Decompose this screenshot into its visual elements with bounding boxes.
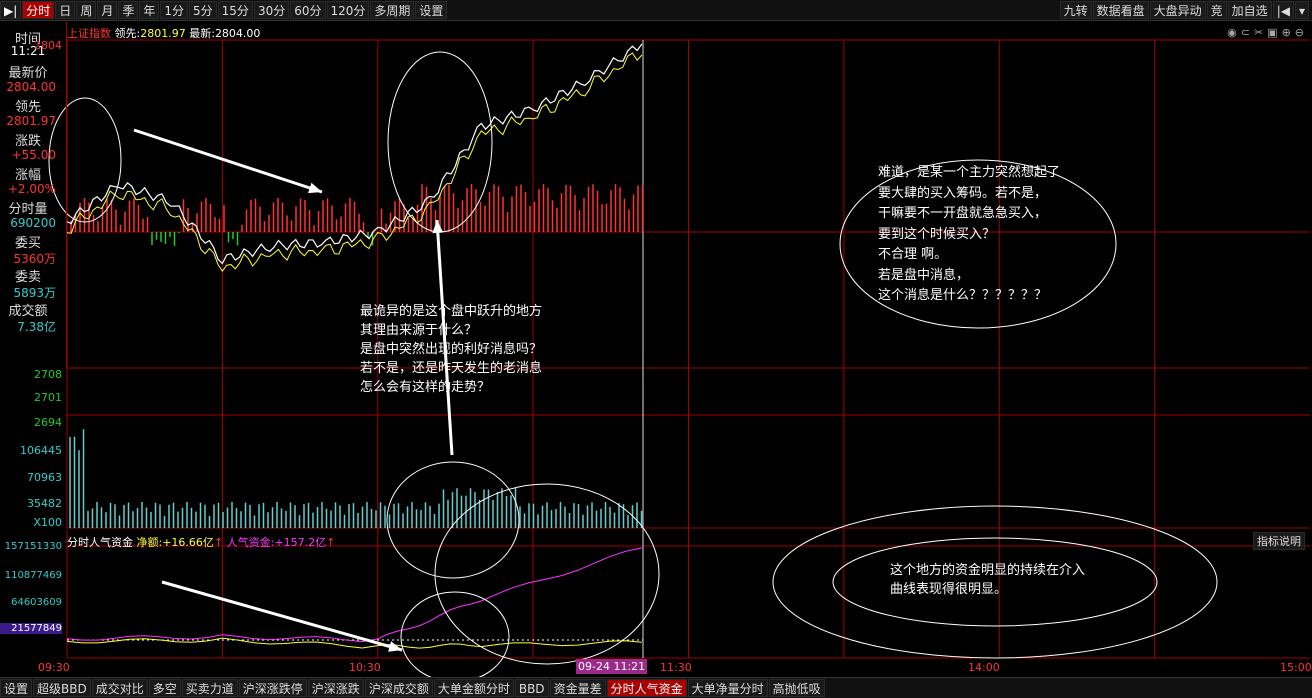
bottom-tab-6[interactable]: 沪深涨跌 — [307, 679, 364, 697]
time-axis-0930: 09:30 — [38, 661, 70, 674]
latest-value: 2804.00 — [214, 27, 261, 40]
cut-icon[interactable]: ✂ — [1254, 26, 1263, 39]
bid-label: 委买 — [14, 236, 41, 251]
vol-label: 分时量 — [8, 202, 48, 217]
net-label: 净额: — [136, 536, 163, 549]
annotation-arrow-head — [432, 220, 444, 234]
time-axis-1400: 14:00 — [968, 661, 1000, 674]
indicator-header: 分时人气资金 净额:+16.66亿↑ 人气资金:+157.2亿↑ — [67, 536, 336, 549]
ask-label: 委卖 — [14, 270, 41, 285]
net-line — [66, 637, 642, 649]
note-middle: 最诡异的是这个盘中跃升的地方 其理由来源于什么？ 是盘中突然出现的利好消息吗？ 若不是… — [360, 304, 543, 395]
pop-value: +157.2亿 — [274, 536, 327, 549]
change-label: 涨跌 — [14, 134, 41, 149]
volume-axis-4: X100 — [33, 516, 62, 529]
bottom-tab-10[interactable]: 资金量差 — [549, 679, 606, 697]
lock-icon[interactable]: ▣ — [1267, 26, 1277, 39]
indicator-axis-2: 110877469 — [4, 570, 62, 581]
price-axis-3: 2701 — [34, 391, 62, 404]
price-label: 最新价 — [8, 66, 48, 81]
annotation-arrow-head — [308, 182, 322, 194]
bottom-tab-7[interactable]: 沪深成交额 — [364, 679, 433, 697]
time-axis-1030: 10:30 — [349, 661, 381, 674]
net-value: +16.66亿 — [162, 536, 214, 549]
pct-label: 涨幅 — [14, 168, 41, 183]
index-name: 上证指数 — [67, 27, 111, 40]
bottom-tab-0[interactable]: 设置 — [0, 679, 33, 697]
vol-value: 690200 — [10, 216, 56, 230]
bottom-tab-9[interactable]: BBD — [514, 679, 549, 697]
zoom-out-icon[interactable]: ⊖ — [1295, 26, 1304, 39]
lead-label: 领先: — [114, 27, 141, 40]
eye-icon[interactable]: ◉ — [1227, 26, 1237, 39]
volume-axis-3: 35482 — [27, 497, 62, 510]
indicator-help-button[interactable]: 指标说明 — [1253, 532, 1305, 550]
lead-value: 2801.97 — [140, 27, 186, 40]
bottom-tab-4[interactable]: 买卖力道 — [181, 679, 238, 697]
popularity-line — [66, 547, 642, 643]
time-axis-1500: 15:00 — [1280, 661, 1312, 674]
price-chart-header: 上证指数 领先:2801.97 最新:2804.00 — [67, 25, 260, 41]
note-bottom: 这个地方的资金明显的持续在介入 曲线表现得很明显。 — [890, 563, 1086, 597]
price-axis-2: 2708 — [34, 368, 62, 381]
time-axis-1130: 11:30 — [660, 661, 692, 674]
link-icon[interactable]: ⊂ — [1241, 26, 1250, 39]
lead-value-left: 2801.97 — [6, 114, 56, 128]
pop-label: 人气资金: — [226, 536, 275, 549]
amount-label: 成交额 — [8, 304, 48, 319]
volume-axis-1: 106445 — [20, 444, 62, 457]
price-value: 2804.00 — [6, 80, 56, 94]
volume-axis-2: 70963 — [27, 471, 62, 484]
indicator-axis-3: 64603609 — [11, 597, 62, 608]
time-axis-cursor: 09-24 11:21 — [576, 659, 648, 674]
bottom-tab-13[interactable]: 高抛低吸 — [768, 679, 825, 697]
chart-area — [48, 39, 1310, 677]
annotation-arrow-head — [388, 641, 402, 652]
quote-panel: 时间 11:21 最新价 2804.00 领先 2801.97 涨跌 +55.0… — [0, 22, 67, 367]
annotation-arrow — [133, 128, 323, 194]
bottom-tabs: 设置 超级BBD 成交对比 多空 买卖力道 沪深涨跌停 沪深涨跌 沪深成交额 大单金额分时 BBD… — [0, 677, 1312, 698]
price-axis-4: 2694 — [34, 416, 62, 429]
pct-value: +2.00% — [7, 182, 56, 196]
bottom-tab-11[interactable]: 分时人气资金 — [606, 679, 687, 697]
amount-value: 7.38亿 — [17, 320, 56, 334]
bottom-tab-12[interactable]: 大单净量分时 — [687, 679, 768, 697]
bottom-tab-1[interactable]: 超级BBD — [33, 679, 91, 697]
bottom-tab-3[interactable]: 多空 — [148, 679, 181, 697]
ask-value: 5893万 — [13, 286, 56, 300]
zoom-in-icon[interactable]: ⊕ — [1282, 26, 1291, 39]
chart-tools: ◉ ⊂ ✂ ▣ ⊕ ⊖ — [1227, 26, 1304, 39]
indicator-name: 分时人气资金 — [67, 536, 133, 549]
bottom-tab-2[interactable]: 成交对比 — [91, 679, 148, 697]
lead-label-left: 领先 — [14, 100, 41, 115]
indicator-axis-1: 157151330 — [4, 541, 62, 552]
bottom-tab-8[interactable]: 大单金额分时 — [433, 679, 514, 697]
bottom-tab-5[interactable]: 沪深涨跌停 — [238, 679, 307, 697]
note-right: 难道，是某一个主力突然想起了 要大肆的买入筹码。若不是， 干嘛要不一开盘就急急买入，… — [878, 165, 1061, 303]
change-value: +55.00 — [11, 148, 56, 162]
latest-label: 最新: — [189, 27, 215, 40]
annotation-ellipse — [400, 591, 510, 677]
bid-value: 5360万 — [13, 252, 56, 266]
indicator-axis-4: 21577849 — [0, 623, 62, 634]
price-axis-top: 2804 — [34, 39, 62, 52]
